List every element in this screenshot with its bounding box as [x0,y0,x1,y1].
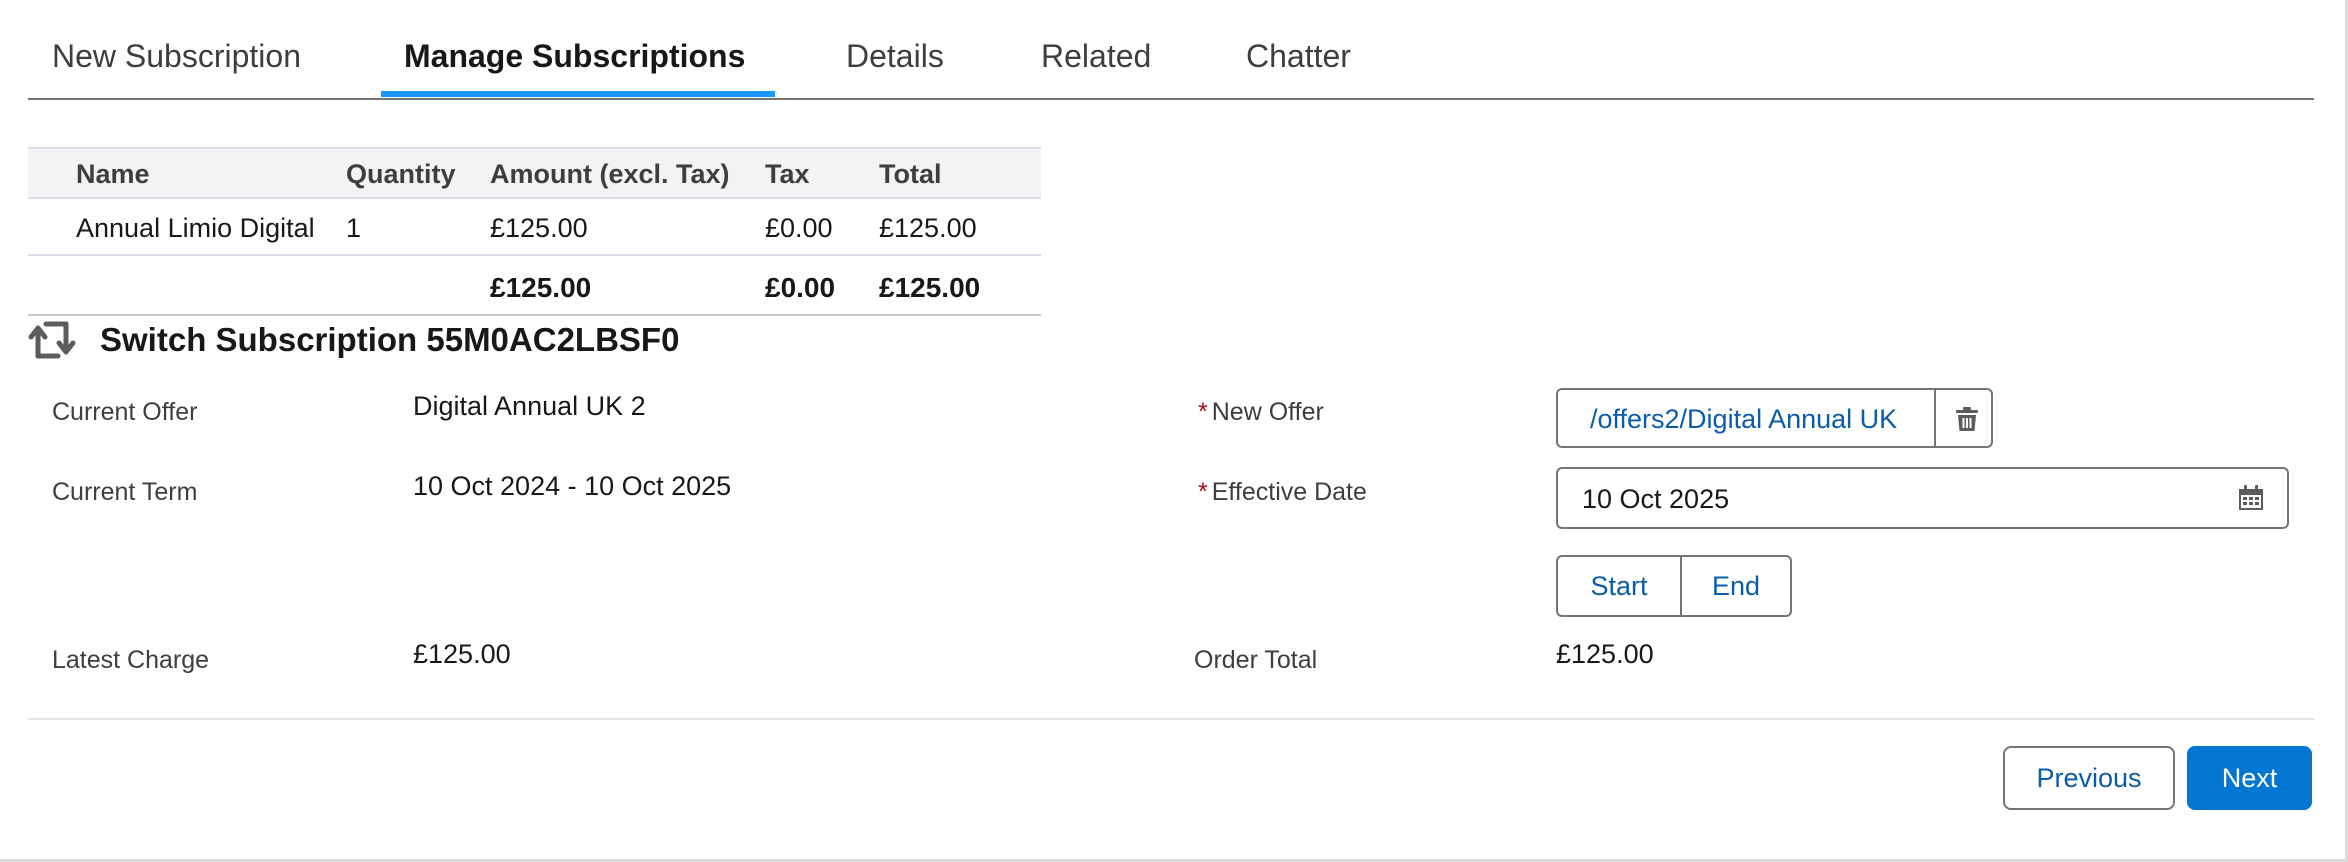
column-header-quantity: Quantity [346,159,456,189]
total-amount: £125.00 [490,272,592,303]
subscription-summary-table: Name Quantity Amount (excl. Tax) Tax Tot… [28,147,1041,316]
tab-related[interactable]: Related [1041,38,1151,75]
effective-date-value[interactable]: 10 Oct 2025 [1582,484,1729,515]
effective-date-label: * Effective Date [1198,478,1367,507]
column-header-name: Name [76,159,150,189]
current-offer-label: Current Offer [52,398,198,426]
current-term-label: Current Term [52,478,198,506]
offer-divider [1934,390,1936,446]
latest-charge-label: Latest Charge [52,646,210,674]
latest-charge-value: £125.00 [413,639,511,669]
tab-details[interactable]: Details [846,38,944,75]
order-total-value: £125.00 [1556,639,1654,669]
end-button[interactable]: End [1682,557,1790,615]
row-amount: £125.00 [490,213,588,243]
tab-chatter[interactable]: Chatter [1246,38,1351,75]
active-tab-indicator [381,91,775,97]
new-offer-lookup: /offers2/Digital Annual UK [1556,388,1993,448]
current-offer-value: Digital Annual UK 2 [413,391,646,421]
column-header-amount: Amount (excl. Tax) [490,159,730,189]
trash-icon[interactable] [1952,404,1982,434]
column-header-total: Total [879,159,942,189]
effective-date-label-text: Effective Date [1211,478,1367,506]
section-title: Switch Subscription 55M0AC2LBSF0 [100,321,680,358]
column-header-tax: Tax [765,159,810,189]
required-marker: * [1198,398,1208,426]
order-total-label: Order Total [1194,646,1318,674]
new-offer-link[interactable]: /offers2/Digital Annual UK [1590,404,1897,435]
row-total: £125.00 [879,213,977,243]
total-tax: £0.00 [765,272,836,303]
table-header-row: Name Quantity Amount (excl. Tax) Tax Tot… [28,147,1041,199]
start-button[interactable]: Start [1558,557,1682,615]
table-row: Annual Limio Digital 1 £125.00 £0.00 £12… [28,199,1041,256]
date-button-group: Start End [1556,555,1792,617]
required-marker: * [1198,478,1208,506]
total-total: £125.00 [879,272,981,303]
row-tax: £0.00 [765,213,833,243]
row-quantity: 1 [346,213,362,243]
calendar-icon[interactable] [2237,484,2265,512]
row-name: Annual Limio Digital [76,213,315,243]
previous-button[interactable]: Previous [2003,746,2175,810]
tab-new-subscription[interactable]: New Subscription [52,38,301,75]
effective-date-input[interactable]: 10 Oct 2025 [1556,467,2289,529]
new-offer-label: * New Offer [1198,398,1324,427]
tab-manage-subscriptions[interactable]: Manage Subscriptions [404,38,745,75]
next-button[interactable]: Next [2187,746,2312,810]
current-term-value: 10 Oct 2024 - 10 Oct 2025 [413,471,732,501]
switch-arrows-icon [28,321,76,359]
table-totals-row: £125.00 £0.00 £125.00 [28,256,1041,316]
tab-bar: New Subscription Manage Subscriptions De… [28,0,2314,100]
new-offer-label-text: New Offer [1211,398,1324,426]
footer-divider [28,718,2314,720]
